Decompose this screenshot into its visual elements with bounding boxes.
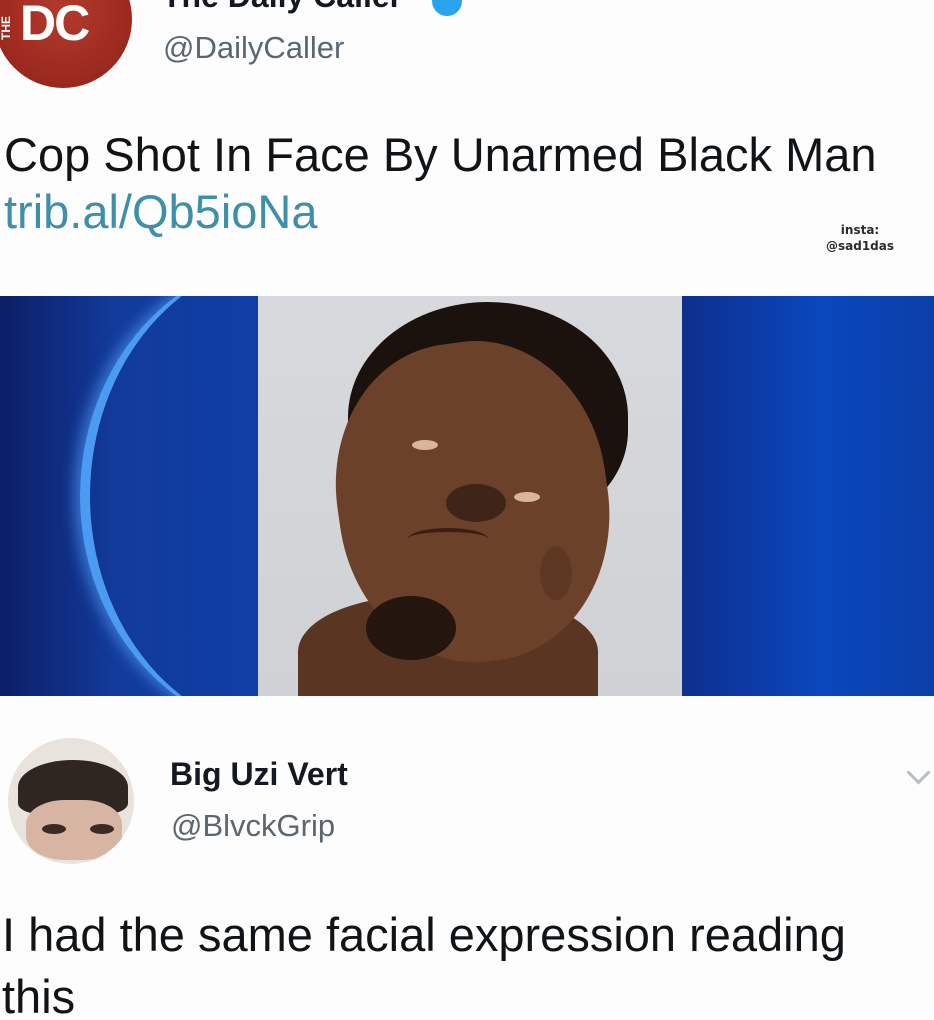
media-background-right: [682, 296, 934, 696]
watermark-line1: insta:: [840, 223, 880, 237]
avatar-letters: DC: [20, 0, 90, 51]
photo-eye-right: [514, 492, 540, 502]
mugshot-photo: [258, 296, 682, 696]
original-handle[interactable]: @DailyCaller: [163, 30, 344, 66]
tweet-headline: Cop Shot In Face By Unarmed Black Man: [4, 128, 877, 181]
watermark-line2: @sad1das: [825, 239, 894, 253]
photo-ear: [540, 546, 572, 600]
tweet-screenshot: THE DC The Daily Caller @DailyCaller Cop…: [0, 0, 934, 1020]
avatar-small-letters: THE: [0, 16, 13, 40]
tweet-link[interactable]: trib.al/Qb5ioNa: [4, 185, 318, 238]
photo-eye-left: [412, 440, 438, 450]
original-display-name[interactable]: The Daily Caller: [162, 0, 402, 15]
daily-caller-avatar[interactable]: THE DC: [0, 0, 132, 88]
verified-badge-icon: [432, 0, 462, 16]
reply-handle[interactable]: @BlvckGrip: [171, 808, 335, 844]
watermark: insta: @sad1das: [800, 222, 920, 254]
media-background-left: [0, 296, 260, 696]
photo-nose: [446, 484, 506, 522]
chevron-down-icon[interactable]: [906, 760, 931, 785]
original-tweet-text: Cop Shot In Face By Unarmed Black Man tr…: [4, 126, 904, 240]
photo-beard: [366, 596, 456, 660]
tweet-media-image[interactable]: [0, 296, 934, 696]
reply-display-name[interactable]: Big Uzi Vert: [170, 756, 348, 793]
reply-avatar[interactable]: [8, 738, 134, 864]
reply-tweet-text: I had the same facial expression reading…: [2, 908, 846, 1020]
avatar-eye-right: [90, 824, 114, 834]
photo-mouth: [408, 528, 488, 550]
avatar-eye-left: [42, 824, 66, 834]
